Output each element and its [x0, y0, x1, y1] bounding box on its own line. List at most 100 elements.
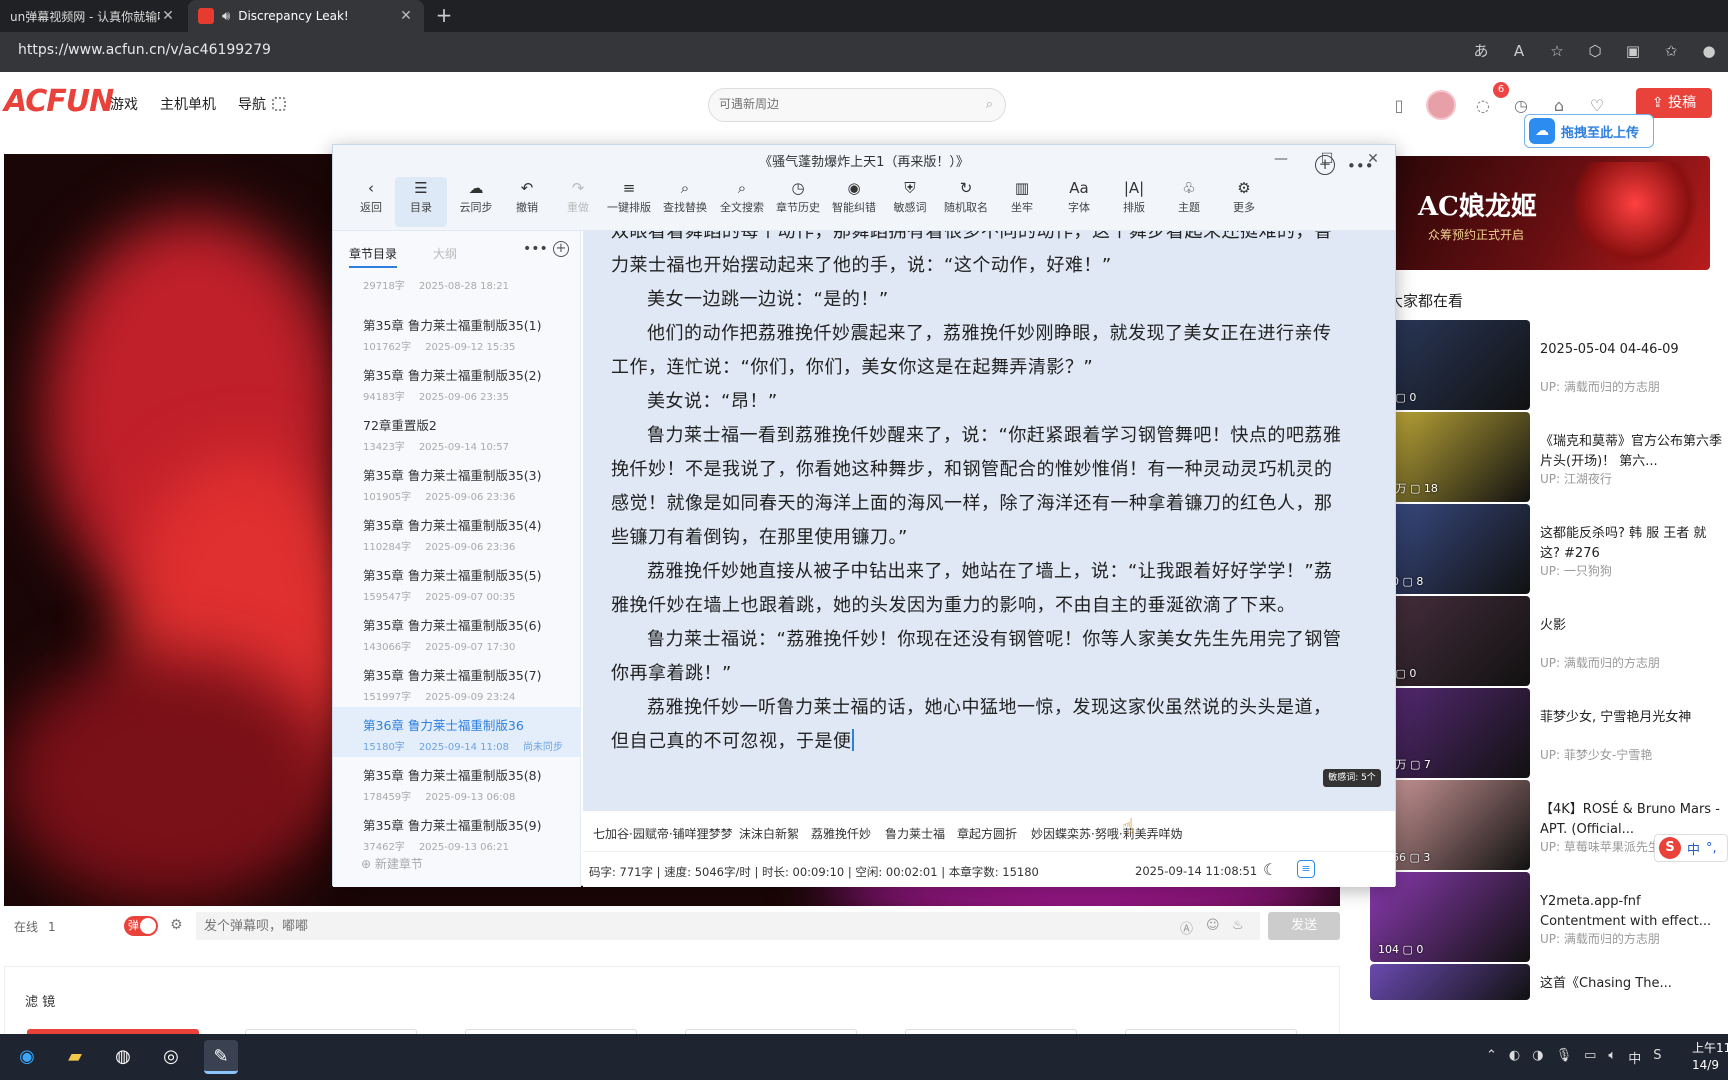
chapter-item[interactable]: 第35章 鲁力莱士福重制版35(4) 110284字 2025-09-06 23:3… — [333, 507, 581, 557]
gift-icon[interactable]: ♨ — [1232, 918, 1244, 933]
character-tag[interactable]: 荔雅挽仟妙 — [811, 825, 871, 842]
tab-chapter-list[interactable]: 章节目录 — [349, 245, 398, 268]
favorite-icon[interactable]: ♡ — [1586, 96, 1608, 115]
recommend-item[interactable]: 25 ▢ 0 火影 UP: 满载而归的方志朋 — [1370, 596, 1728, 686]
character-tag[interactable]: 七加谷·园赋帝·铺咩狸梦梦 — [593, 825, 733, 842]
writing-app-icon[interactable]: ✎ — [204, 1040, 238, 1074]
nav-console[interactable]: 主机单机 — [160, 94, 216, 114]
tool-catalog[interactable]: ☰ 目录 — [395, 177, 447, 227]
speaker-icon[interactable]: 🔊︎ — [222, 9, 230, 24]
file-explorer-icon[interactable]: ▰ — [58, 1040, 92, 1074]
message-icon[interactable]: ◌ — [1472, 96, 1494, 115]
mobile-icon[interactable]: ▯ — [1388, 96, 1410, 115]
close-icon[interactable]: ✕ — [398, 8, 414, 24]
recommend-item[interactable]: 这首《Chasing The... — [1370, 964, 1728, 1000]
paragraph[interactable]: 鲁力莱士福一看到荔雅挽仟妙醒来了，说：“你赶紧跟着学习钢管舞吧！快点的吧荔雅挽仟… — [611, 419, 1347, 555]
ime-floating-bar[interactable]: S 中 °, — [1654, 834, 1728, 862]
chapter-item[interactable]: 72章重置版2 13423字 2025-09-14 10:57 — [333, 407, 581, 457]
tool-more[interactable]: ⚙ 更多 — [1218, 177, 1270, 215]
paragraph[interactable]: 美女一边跳一边说：“是的！” — [611, 283, 1347, 317]
video-uploader[interactable]: UP: 草莓味苹果派先生 — [1540, 838, 1660, 855]
video-title[interactable]: 菲梦少女, 宁雪艳月光女神 — [1540, 708, 1724, 728]
tray-app-icon[interactable]: ◑ — [1532, 1048, 1543, 1067]
browser-tab-active[interactable]: 🔊︎ Discrepancy Leak! ✕ — [188, 0, 424, 32]
avatar[interactable] — [1426, 90, 1456, 120]
translate-icon[interactable]: あ — [1470, 40, 1492, 62]
more-icon[interactable]: ••• — [523, 241, 548, 257]
video-title[interactable]: 《瑞克和莫蒂》官方公布第六季片头(开场)！ 第六... — [1540, 432, 1724, 472]
clock[interactable]: 上午11 14/9 — [1692, 1040, 1728, 1074]
recommend-item[interactable]: 3.7万 ▢ 7 菲梦少女, 宁雪艳月光女神 UP: 菲梦少女-宁雪艳 — [1370, 688, 1728, 778]
obs-icon[interactable]: ◎ — [154, 1040, 188, 1074]
extensions-icon[interactable]: ⬡ — [1584, 40, 1606, 62]
emoji-icon[interactable]: ☺ — [1206, 918, 1220, 933]
video-title[interactable]: 2025-05-04 04-46-09 — [1540, 340, 1724, 360]
tool-smart-correct[interactable]: ◉ 智能纠错 — [828, 177, 880, 215]
profile-icon[interactable]: ● — [1698, 40, 1720, 62]
danmu-toggle[interactable]: 弹 — [124, 916, 158, 936]
sogou-tray-icon[interactable]: S — [1653, 1048, 1661, 1067]
search-input[interactable] — [719, 97, 969, 111]
tool-layout[interactable]: |A| 排版 — [1108, 177, 1160, 215]
new-tab-button[interactable]: + — [432, 4, 456, 28]
chapter-item-selected[interactable]: 第36章 鲁力莱士福重制版36 15180字 2025-09-14 11:08 尚未同… — [333, 707, 581, 757]
tool-random-name[interactable]: ↻ 随机取名 — [940, 177, 992, 215]
close-icon[interactable]: ✕ — [160, 8, 176, 24]
paragraph[interactable]: 荔雅挽仟妙一听鲁力莱士福的话，她心中猛地一惊，发现这家伙虽然说的头头是道，但自己… — [611, 691, 1347, 759]
tool-find-replace[interactable]: ⌕ 查找替换 — [659, 177, 711, 215]
promo-banner[interactable]: AC娘龙姬 众筹预约正式开启 — [1388, 156, 1710, 270]
chapter-item[interactable]: 第35章 鲁力莱士福重制版35(1) 101762字 2025-09-12 15:3… — [333, 307, 581, 357]
video-thumbnail[interactable] — [1370, 964, 1530, 1000]
ime-mode[interactable]: 中 — [1687, 839, 1700, 858]
video-uploader[interactable]: UP: 一只狗狗 — [1540, 562, 1612, 579]
chapter-item[interactable]: 第35章 鲁力莱士福重制版35(5) 159547字 2025-09-07 00:3… — [333, 557, 581, 607]
paragraph[interactable]: 荔雅挽仟妙她直接从被子中钻出来了，她站在了墙上，说：“让我跟着好好学学！”荔雅挽… — [611, 555, 1347, 623]
star-icon[interactable]: ☆ — [1546, 40, 1568, 62]
chapter-item[interactable]: 第35章 鲁力莱士福重制版35(9) 37462字 2025-09-13 06:21 — [333, 807, 581, 857]
video-uploader[interactable]: UP: 满载而归的方志朋 — [1540, 930, 1660, 947]
chapter-item[interactable]: 第35章 鲁力莱士福重制版35(3) 101905字 2025-09-06 23:3… — [333, 457, 581, 507]
tray-app-icon[interactable]: ◐ — [1509, 1048, 1520, 1067]
night-mode-icon[interactable]: ☾ — [1263, 860, 1277, 879]
paragraph[interactable]: 双眼看着舞蹈的每个动作，那舞蹈拥有着很多不同的动作，这个舞步看起来还挺难的，鲁力… — [611, 231, 1347, 283]
video-uploader[interactable]: UP: 满载而归的方志朋 — [1540, 378, 1660, 395]
ime-indicator[interactable]: 中 — [1628, 1048, 1641, 1067]
danmu-settings-icon[interactable]: ⚙ — [170, 917, 183, 933]
add-icon[interactable]: + — [553, 241, 569, 257]
favorites-icon[interactable]: ✩ — [1660, 40, 1682, 62]
sync-icon[interactable]: ≡ — [1297, 860, 1315, 878]
chapter-item[interactable]: 第35章 鲁力莱士福重制版35(7) 151997字 2025-09-09 23:2… — [333, 657, 581, 707]
browser-tab-acfun[interactable]: un弹幕视频网 - 认真你就输啦 ✕ — [0, 0, 186, 32]
network-icon[interactable]: ▭ — [1584, 1048, 1596, 1067]
recommend-item[interactable]: 14 ▢ 0 2025-05-04 04-46-09 UP: 满载而归的方志朋 — [1370, 320, 1728, 410]
history-icon[interactable]: ◷ — [1510, 96, 1532, 115]
character-tag[interactable]: 章起方圆折 — [957, 825, 1017, 842]
text-style-icon[interactable]: Ⓐ — [1180, 918, 1193, 937]
chapter-item[interactable]: 29718字 2025-08-28 18:21 — [333, 277, 581, 307]
recommend-item[interactable]: 380 ▢ 8 这都能反杀吗? 韩 服 王者 就 这? #276 UP: 一只狗狗 — [1370, 504, 1728, 594]
minimize-icon[interactable]: — — [1271, 149, 1291, 169]
tool-cloud-sync[interactable]: ☁ 云同步 — [450, 177, 502, 215]
tool-focus-mode[interactable]: ▥ 坐牢 — [996, 177, 1048, 215]
chevron-up-icon[interactable]: ⌃ — [1486, 1048, 1497, 1067]
volume-icon[interactable]: 🔈︎ — [1608, 1048, 1616, 1067]
danmu-input[interactable] — [196, 912, 1260, 940]
nav-navigation[interactable]: 导航 — [238, 94, 286, 114]
chapter-item[interactable]: 第35章 鲁力莱士福重制版35(8) 178459字 2025-09-13 06:0… — [333, 757, 581, 807]
video-uploader[interactable]: UP: 江湖夜行 — [1540, 470, 1612, 487]
video-title[interactable]: Y2meta.app-fnf Contentment with effect..… — [1540, 892, 1724, 932]
character-tag[interactable]: 鲁力莱士福 — [885, 825, 945, 842]
url-field[interactable]: https://www.acfun.cn/v/ac46199279 — [18, 42, 271, 58]
acfun-logo[interactable]: ACFUN — [4, 84, 114, 119]
read-aloud-icon[interactable]: A — [1508, 40, 1530, 62]
video-title[interactable]: 这都能反杀吗? 韩 服 王者 就 这? #276 — [1540, 524, 1724, 564]
paragraph[interactable]: 他们的动作把荔雅挽仟妙震起来了，荔雅挽仟妙刚睁眼，就发现了美女正在进行亲传工作，… — [611, 317, 1347, 385]
punctuation-icon[interactable]: °, — [1706, 841, 1717, 856]
tool-undo[interactable]: ↶ 撤销 — [501, 177, 553, 215]
tool-theme[interactable]: ♧ 主题 — [1163, 177, 1215, 215]
video-uploader[interactable]: UP: 菲梦少女-宁雪艳 — [1540, 746, 1652, 763]
search-icon[interactable]: ⌕ — [986, 97, 993, 112]
tool-redo[interactable]: ↷ 重做 — [552, 177, 604, 215]
editor-body[interactable]: 双眼看着舞蹈的每个动作，那舞蹈拥有着很多不同的动作，这个舞步看起来还挺难的，鲁力… — [583, 231, 1395, 811]
tool-chapter-history[interactable]: ◷ 章节历史 — [772, 177, 824, 215]
